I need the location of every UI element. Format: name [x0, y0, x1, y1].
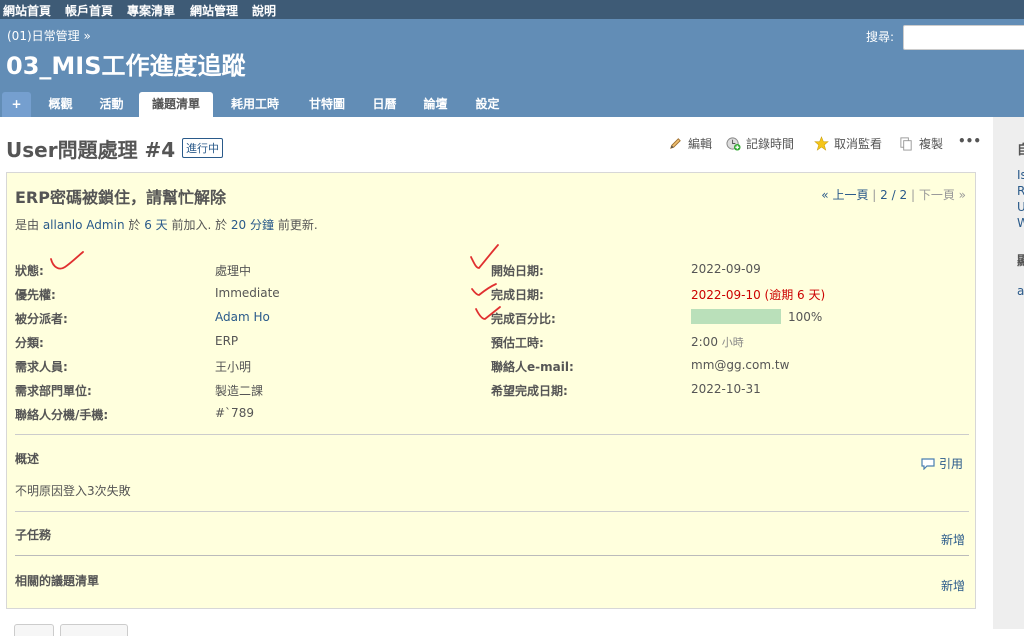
updated-ago-link[interactable]: 20 分鐘	[231, 218, 274, 232]
department-label: 需求部門單位:	[15, 384, 92, 398]
divider	[15, 555, 969, 556]
requester-value: 王小明	[215, 360, 252, 374]
created-ago-link[interactable]: 6 天	[144, 218, 167, 232]
project-title: 03_MIS工作進度追蹤	[6, 52, 246, 80]
estimated-time-label: 預估工時:	[491, 336, 544, 350]
edit-label: 編輯	[688, 137, 713, 151]
menu-my-page[interactable]: 帳戶首頁	[65, 2, 113, 19]
tab-new-issue[interactable]: +	[2, 92, 31, 117]
edit-button[interactable]: 編輯	[668, 135, 712, 152]
estimated-time-value: 2:00 小時	[691, 335, 744, 349]
sidebar-link[interactable]: a	[1017, 284, 1024, 298]
comment-icon	[921, 458, 935, 471]
pager-separator: |	[872, 188, 877, 202]
main-content: User問題處理 #4 進行中 編輯 記錄時間 取消監看 複製 ••• ERP密…	[0, 117, 993, 629]
menu-administration[interactable]: 網站管理	[190, 2, 238, 19]
hours-unit: 小時	[721, 336, 744, 349]
divider	[15, 434, 969, 435]
copy-button[interactable]: 複製	[899, 135, 943, 152]
clock-add-icon	[726, 137, 741, 151]
tab-calendar[interactable]: 日曆	[362, 92, 407, 117]
checkmark-annotation	[475, 306, 501, 320]
menu-home[interactable]: 網站首頁	[3, 2, 51, 19]
add-relation-link[interactable]: 新增	[941, 577, 965, 594]
unwatch-button[interactable]: 取消監看	[814, 135, 882, 152]
sidebar-link[interactable]: R	[1017, 184, 1024, 198]
tab-activity[interactable]: 活動	[89, 92, 134, 117]
bottom-button[interactable]	[14, 624, 54, 636]
bottom-button[interactable]	[60, 624, 128, 636]
log-time-label: 記錄時間	[746, 137, 795, 151]
issue-pager: « 上一頁 | 2 / 2 | 下一頁 »	[821, 186, 966, 203]
add-subtask-link[interactable]: 新增	[941, 531, 965, 548]
log-time-button[interactable]: 記錄時間	[726, 135, 794, 152]
status-label: 狀態:	[15, 264, 44, 278]
due-date-value: 2022-09-10 (逾期 6 天)	[691, 288, 826, 302]
next-issue-link: 下一頁 »	[918, 188, 966, 202]
sidebar-heading: 自	[1017, 143, 1024, 158]
department-value: 製造二課	[215, 384, 264, 398]
desired-date-label: 希望完成日期:	[491, 384, 568, 398]
tab-gantt[interactable]: 甘特圖	[298, 92, 356, 117]
pager-position[interactable]: 2 / 2	[880, 188, 907, 202]
project-header: (01)日常管理 » 03_MIS工作進度追蹤 搜尋: + 概觀 活動 議題清單…	[0, 19, 1024, 117]
desired-date-value: 2022-10-31	[691, 382, 761, 396]
divider	[15, 511, 969, 512]
pager-separator: |	[910, 188, 915, 202]
contact-email-label: 聯絡人e-mail:	[491, 360, 574, 374]
tab-time-entries[interactable]: 耗用工時	[220, 92, 290, 117]
start-date-value: 2022-09-09	[691, 262, 761, 276]
copy-label: 複製	[919, 137, 944, 151]
issue-details-box: ERP密碼被鎖住，請幫忙解除 « 上一頁 | 2 / 2 | 下一頁 » 是由 …	[6, 172, 976, 609]
done-ratio-progress-bar	[691, 309, 781, 324]
description-title: 概述	[15, 452, 40, 466]
subtasks-title: 子任務	[15, 528, 52, 542]
checkmark-annotation	[470, 244, 499, 269]
checkmark-annotation	[50, 251, 84, 270]
breadcrumb[interactable]: (01)日常管理 »	[7, 27, 91, 44]
tab-issues[interactable]: 議題清單	[139, 92, 213, 117]
menu-projects[interactable]: 專案清單	[127, 2, 175, 19]
description-text: 不明原因登入3次失敗	[15, 484, 131, 498]
status-badge: 進行中	[182, 138, 223, 158]
more-actions-icon[interactable]: •••	[958, 134, 981, 148]
tab-overview[interactable]: 概觀	[38, 92, 83, 117]
sidebar-link[interactable]: U	[1017, 200, 1024, 214]
priority-label: 優先權:	[15, 288, 56, 302]
status-value: 處理中	[215, 264, 252, 278]
prev-issue-link[interactable]: « 上一頁	[821, 188, 868, 202]
author-line: 是由 allanlo Admin 於 6 天 前加入. 於 20 分鐘 前更新.	[15, 218, 318, 232]
assignee-link[interactable]: Adam Ho	[215, 310, 270, 324]
sidebar-link[interactable]: Is	[1017, 168, 1024, 182]
quote-button[interactable]: 引用	[921, 455, 963, 472]
search-label: 搜尋:	[866, 30, 895, 44]
sidebar-link[interactable]: W	[1017, 216, 1024, 230]
issue-title: User問題處理 #4	[6, 138, 176, 162]
assignee-label: 被分派者:	[15, 312, 68, 326]
unwatch-label: 取消監看	[834, 137, 883, 151]
pencil-icon	[670, 138, 681, 149]
top-menu: 網站首頁 帳戶首頁 專案清單 網站管理 說明	[0, 0, 1024, 19]
star-icon	[814, 136, 829, 151]
tab-forums[interactable]: 論壇	[413, 92, 458, 117]
done-ratio-value: 100%	[788, 310, 823, 324]
sidebar-heading: 顯	[1017, 254, 1024, 269]
priority-value: Immediate	[215, 286, 280, 300]
quote-label: 引用	[939, 457, 964, 471]
sidebar: 自 Is R U W 顯 a	[993, 117, 1024, 629]
copy-icon	[900, 137, 912, 151]
checkmark-annotation	[471, 283, 497, 296]
requester-label: 需求人員:	[15, 360, 68, 374]
category-value: ERP	[215, 334, 239, 348]
search-input[interactable]	[903, 25, 1024, 50]
category-label: 分類:	[15, 336, 44, 350]
contact-email-value: mm@gg.com.tw	[691, 358, 790, 372]
contact-ext-value: #`789	[215, 406, 254, 420]
contact-ext-label: 聯絡人分機/手機:	[15, 408, 109, 422]
issue-subject: ERP密碼被鎖住，請幫忙解除	[15, 188, 226, 207]
menu-help[interactable]: 說明	[252, 2, 276, 19]
relations-title: 相關的議題清單	[15, 574, 100, 588]
tab-settings[interactable]: 設定	[465, 92, 510, 117]
author-link[interactable]: allanlo Admin	[43, 218, 125, 232]
